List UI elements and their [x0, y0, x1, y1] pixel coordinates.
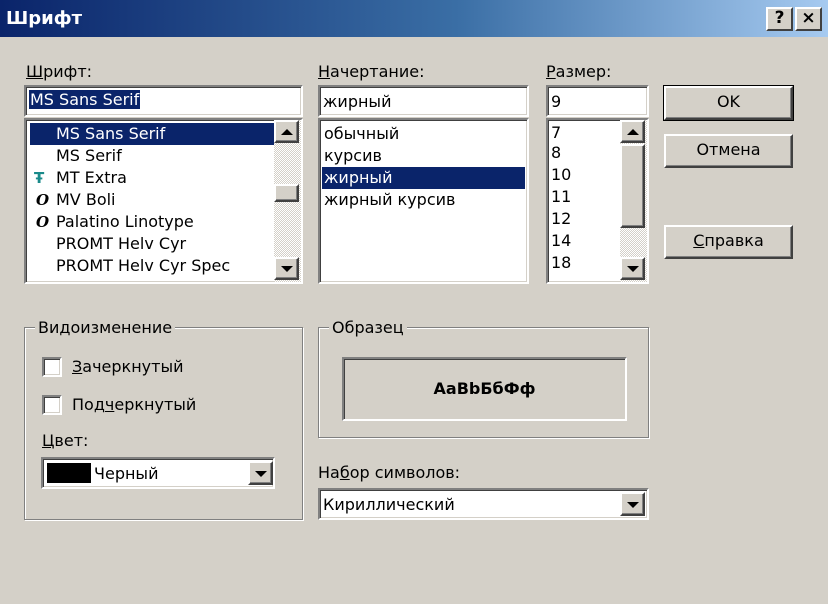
color-select[interactable]: Черный	[41, 457, 275, 489]
font-input[interactable]: MS Sans Serif	[24, 85, 303, 117]
list-item[interactable]: O Palatino Linotype	[30, 211, 194, 233]
chevron-down-icon	[627, 502, 639, 508]
list-item[interactable]: Ŧ MT Extra	[30, 167, 127, 189]
help-button[interactable]: Справка	[664, 225, 793, 259]
size-scrollbar[interactable]	[620, 120, 647, 282]
list-item[interactable]: MS Sans Serif	[30, 123, 276, 145]
list-item[interactable]: 18	[551, 252, 571, 274]
color-dropdown-button[interactable]	[248, 461, 273, 485]
scroll-thumb[interactable]	[274, 184, 299, 202]
list-item[interactable]: жирный курсив	[322, 189, 525, 211]
title-bar: Шрифт ? ×	[0, 0, 828, 37]
list-item[interactable]: курсив	[322, 145, 525, 167]
truetype-icon: Ŧ	[34, 169, 45, 187]
underline-label: Подчеркнутый	[72, 395, 197, 414]
font-list[interactable]: MS Sans Serif MS Serif Ŧ MT Extra O MV B…	[24, 118, 303, 284]
effects-group	[24, 327, 303, 520]
scroll-up-button[interactable]	[274, 120, 299, 143]
list-item[interactable]: 12	[551, 208, 571, 230]
arrow-down-icon	[281, 266, 293, 272]
size-label: Размер:	[546, 62, 612, 81]
charset-label: Набор символов:	[318, 463, 461, 482]
scroll-down-button[interactable]	[274, 257, 299, 280]
list-item[interactable]: PROMT Helv Cyr Spec	[30, 255, 230, 277]
opentype-icon: O	[36, 191, 50, 209]
list-item[interactable]: O MV Boli	[30, 189, 116, 211]
size-list[interactable]: 7 8 10 11 12 14 18	[546, 118, 649, 284]
charset-dropdown-button[interactable]	[620, 492, 645, 516]
list-item[interactable]: обычный	[322, 123, 525, 145]
list-item[interactable]: 14	[551, 230, 571, 252]
close-icon: ×	[801, 8, 816, 28]
font-scrollbar[interactable]	[274, 120, 301, 282]
cancel-button[interactable]: Отмена	[664, 134, 793, 168]
arrow-up-icon	[281, 129, 293, 135]
strikeout-checkbox[interactable]	[42, 357, 62, 377]
color-swatch	[47, 463, 91, 483]
list-item[interactable]: 8	[551, 142, 561, 164]
style-list[interactable]: обычный курсив жирный жирный курсив	[318, 118, 529, 284]
question-icon: ?	[774, 8, 785, 28]
opentype-icon: O	[36, 213, 50, 231]
strikeout-label: Зачеркнутый	[72, 357, 184, 376]
list-item[interactable]: 7	[551, 122, 561, 144]
list-item[interactable]: MS Serif	[30, 145, 122, 167]
charset-select[interactable]: Кириллический	[318, 488, 649, 520]
close-button[interactable]: ×	[795, 7, 822, 31]
sample-group-title: Образец	[329, 318, 407, 337]
arrow-down-icon	[627, 266, 639, 272]
list-item[interactable]: 11	[551, 186, 571, 208]
help-title-button[interactable]: ?	[766, 7, 793, 31]
list-item[interactable]: PROMT Helv Cyr	[30, 233, 186, 255]
sample-preview: AaBbБбФф	[342, 357, 627, 421]
chevron-down-icon	[255, 471, 267, 477]
underline-checkbox[interactable]	[42, 395, 62, 415]
ok-button[interactable]: OK	[663, 85, 794, 121]
scroll-down-button[interactable]	[620, 257, 645, 280]
style-label: Начертание:	[318, 62, 425, 81]
window-title: Шрифт	[6, 8, 83, 29]
effects-group-title: Видоизменение	[35, 318, 176, 337]
list-item[interactable]: жирный	[322, 167, 525, 189]
list-item[interactable]: 10	[551, 164, 571, 186]
arrow-up-icon	[627, 129, 639, 135]
style-input[interactable]: жирный	[318, 85, 529, 117]
scroll-up-button[interactable]	[620, 120, 645, 143]
size-input[interactable]: 9	[546, 85, 649, 117]
scroll-thumb[interactable]	[620, 144, 645, 228]
sample-text: AaBbБбФф	[433, 379, 536, 398]
color-label: Цвет:	[42, 431, 89, 450]
font-label: Шрифт:	[26, 62, 93, 81]
